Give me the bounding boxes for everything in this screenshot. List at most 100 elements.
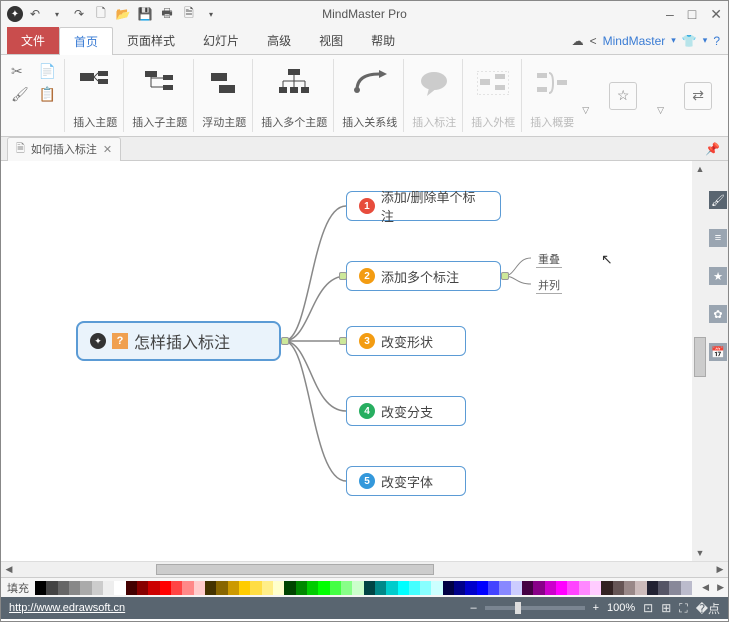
color-swatch[interactable]	[398, 581, 409, 595]
color-swatch[interactable]	[318, 581, 329, 595]
color-swatch[interactable]	[533, 581, 544, 595]
qat-dropdown-2[interactable]: ▾	[201, 4, 221, 24]
rail-history-button[interactable]: 📅	[709, 343, 727, 361]
color-swatch[interactable]	[522, 581, 533, 595]
color-swatch[interactable]	[160, 581, 171, 595]
brand-link[interactable]: MindMaster	[603, 34, 666, 48]
color-swatch[interactable]	[352, 581, 363, 595]
cloud-icon[interactable]: ☁	[572, 34, 584, 48]
color-swatch[interactable]	[46, 581, 57, 595]
rail-outline-button[interactable]: ≡	[709, 229, 727, 247]
scroll-track[interactable]	[692, 177, 708, 545]
connector-handle[interactable]	[339, 337, 347, 345]
save-icon[interactable]: 💾	[135, 4, 155, 24]
scroll-up-icon[interactable]: ▲	[692, 161, 708, 177]
document-tab-close[interactable]: ✕	[103, 143, 112, 156]
tab-help[interactable]: 帮助	[357, 27, 409, 54]
color-swatch[interactable]	[443, 581, 454, 595]
color-swatch[interactable]	[148, 581, 159, 595]
zoom-slider-knob[interactable]	[515, 602, 521, 614]
color-swatch[interactable]	[296, 581, 307, 595]
ribbon-more-1[interactable]: ▽	[582, 105, 589, 116]
share-icon[interactable]: <	[590, 34, 597, 48]
redo-icon[interactable]: ↷	[69, 4, 89, 24]
root-node[interactable]: ✦ ? 怎样插入标注	[76, 321, 281, 361]
color-swatch[interactable]	[69, 581, 80, 595]
horizontal-scrollbar[interactable]: ◀ ▶	[1, 561, 728, 577]
ribbon-more-2[interactable]: ▽	[657, 105, 664, 116]
maximize-button[interactable]: □	[688, 6, 696, 23]
color-swatch[interactable]	[567, 581, 578, 595]
scroll-right-icon[interactable]: ▶	[712, 564, 728, 575]
color-swatch[interactable]	[137, 581, 148, 595]
color-swatch[interactable]	[250, 581, 261, 595]
cut-icon[interactable]: ✂	[11, 63, 29, 80]
color-swatch[interactable]	[647, 581, 658, 595]
color-swatch[interactable]	[92, 581, 103, 595]
status-url-link[interactable]: http://www.edrawsoft.cn	[9, 602, 125, 614]
h-scroll-thumb[interactable]	[156, 564, 434, 575]
color-swatch[interactable]	[556, 581, 567, 595]
color-swatch[interactable]	[386, 581, 397, 595]
scroll-left-icon[interactable]: ◀	[1, 564, 17, 575]
color-swatch[interactable]	[35, 581, 46, 595]
undo-icon[interactable]: ↶	[25, 4, 45, 24]
color-swatch[interactable]	[409, 581, 420, 595]
export-icon[interactable]: 🗎	[179, 4, 199, 24]
sublabel-2[interactable]: 并列	[536, 277, 562, 294]
qat-dropdown-1[interactable]: ▾	[47, 4, 67, 24]
child-node-2[interactable]: 2 添加多个标注	[346, 261, 501, 291]
color-swatch[interactable]	[488, 581, 499, 595]
color-swatch[interactable]	[364, 581, 375, 595]
tab-advanced[interactable]: 高级	[253, 27, 305, 54]
color-swatch[interactable]	[307, 581, 318, 595]
color-swatch[interactable]	[205, 581, 216, 595]
insert-summary-button[interactable]: 插入概要	[524, 59, 580, 132]
fullscreen-icon[interactable]: ⛶	[679, 601, 687, 616]
palette-right-icon[interactable]: ▶	[713, 582, 728, 593]
globe-icon[interactable]: ✦	[7, 6, 23, 22]
color-swatch[interactable]	[171, 581, 182, 595]
connector-handle[interactable]	[281, 337, 289, 345]
color-swatch[interactable]	[239, 581, 250, 595]
color-swatch[interactable]	[431, 581, 442, 595]
scroll-down-icon[interactable]: ▼	[692, 545, 708, 561]
color-swatch[interactable]	[658, 581, 669, 595]
pin-icon[interactable]: 📌	[705, 142, 720, 156]
sublabel-1[interactable]: 重叠	[536, 251, 562, 268]
tab-page-style[interactable]: 页面样式	[113, 27, 189, 54]
print-icon[interactable]: 🖶	[157, 4, 177, 24]
misc-button[interactable]: ⇄	[684, 82, 712, 110]
floating-topic-button[interactable]: 浮动主题	[196, 59, 253, 132]
favorite-button[interactable]: ☆	[609, 82, 637, 110]
connector-handle[interactable]	[339, 272, 347, 280]
tab-file[interactable]: 文件	[7, 27, 59, 54]
h-scroll-track[interactable]	[17, 562, 712, 577]
insert-callout-button[interactable]: 插入标注	[406, 59, 463, 132]
color-swatch[interactable]	[126, 581, 137, 595]
child-node-5[interactable]: 5 改变字体	[346, 466, 466, 496]
insert-subtopic-button[interactable]: 插入子主题	[126, 59, 194, 132]
tshirt-icon[interactable]: 👕	[682, 34, 697, 48]
copy-icon[interactable]: 📄	[39, 63, 56, 80]
color-swatch[interactable]	[545, 581, 556, 595]
mindmap-canvas[interactable]: ✦ ? 怎样插入标注 1 添加/删除单个标注 2 添加多个标注 3 改变形状 4…	[1, 161, 692, 561]
color-swatch[interactable]	[262, 581, 273, 595]
tab-view[interactable]: 视图	[305, 27, 357, 54]
format-painter-icon[interactable]: 🖌	[11, 86, 29, 103]
color-swatch[interactable]	[341, 581, 352, 595]
zoom-slider[interactable]	[485, 606, 585, 610]
insert-multi-topic-button[interactable]: 插入多个主题	[255, 59, 334, 132]
color-swatch[interactable]	[103, 581, 114, 595]
connector-handle[interactable]	[501, 272, 509, 280]
color-swatch[interactable]	[194, 581, 205, 595]
help-icon[interactable]: ?	[713, 34, 720, 48]
color-swatch[interactable]	[58, 581, 69, 595]
document-tab[interactable]: 🗎 如何插入标注 ✕	[7, 137, 121, 161]
zoom-in-button[interactable]: +	[593, 602, 599, 614]
color-swatch[interactable]	[681, 581, 692, 595]
child-node-1[interactable]: 1 添加/删除单个标注	[346, 191, 501, 221]
color-swatch[interactable]	[80, 581, 91, 595]
color-swatch[interactable]	[511, 581, 522, 595]
color-swatch[interactable]	[216, 581, 227, 595]
